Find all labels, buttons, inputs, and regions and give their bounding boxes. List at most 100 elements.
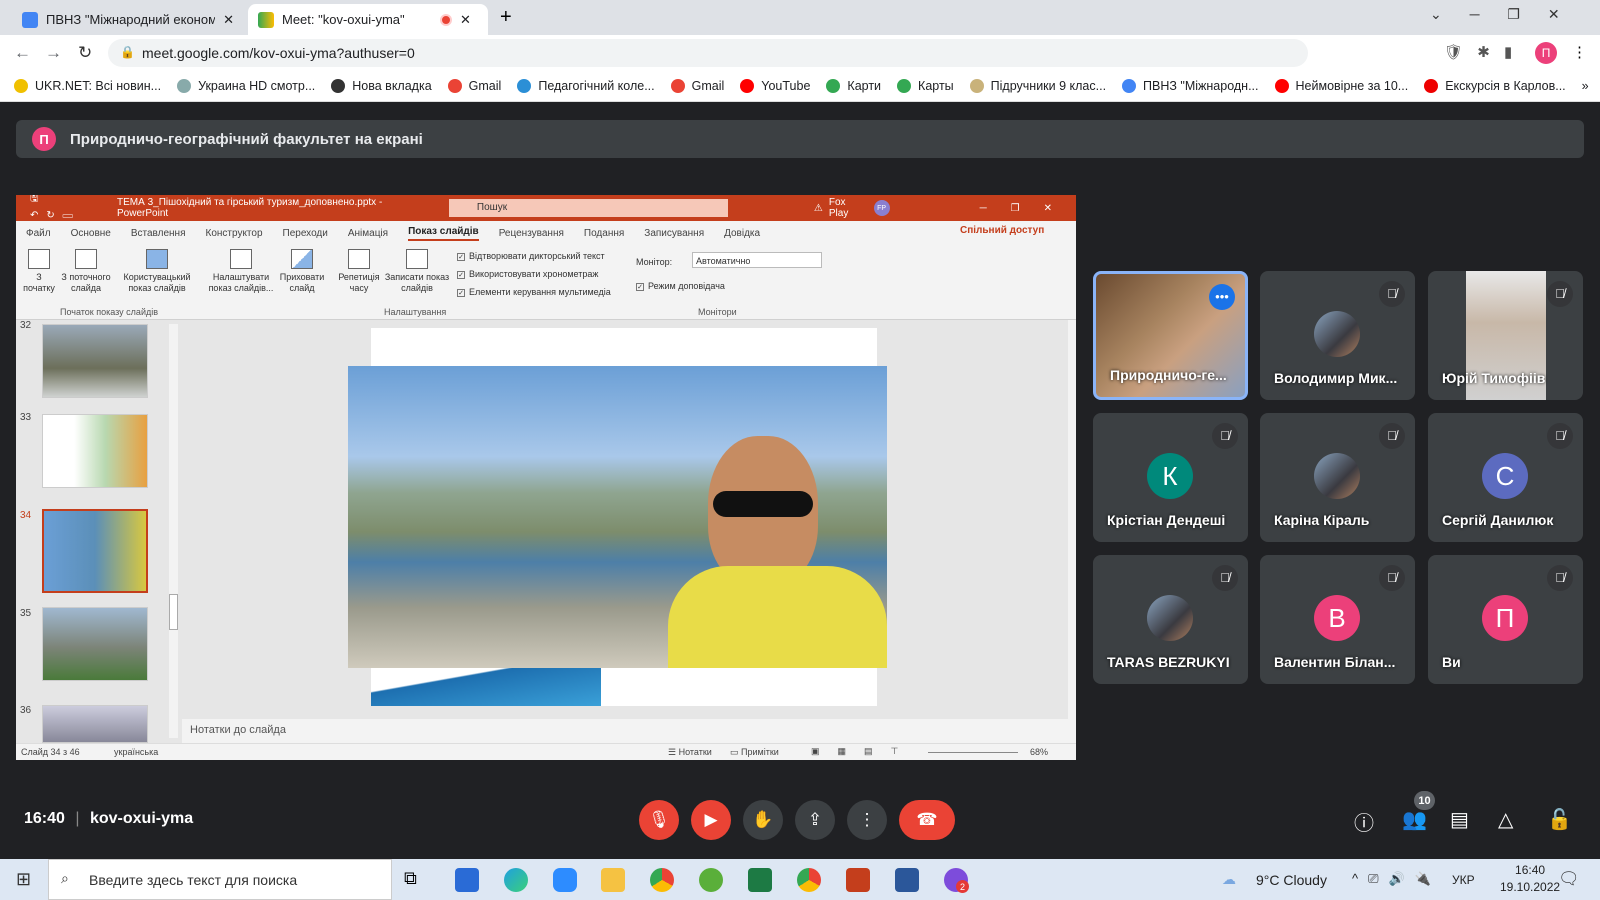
raise-hand-button[interactable]: ✋ <box>743 800 783 840</box>
browser-tab[interactable]: ПВНЗ "Міжнародний економіко ✕ <box>12 4 244 35</box>
from-current-button[interactable]: З поточного слайда <box>58 249 114 294</box>
thumbnails-scrollbar[interactable] <box>169 324 178 738</box>
mic-off-button[interactable]: 🎙 <box>639 800 679 840</box>
slide-thumbnail[interactable] <box>42 607 148 681</box>
ppt-window-controls[interactable]: ─❐✕ <box>980 203 1076 214</box>
slide-thumbnail[interactable] <box>42 705 148 743</box>
leave-call-button[interactable]: ☎ <box>899 800 955 840</box>
camera-off-button[interactable]: ▶ <box>691 800 731 840</box>
more-bookmarks-icon[interactable]: » <box>1582 79 1589 93</box>
bookmark-item[interactable]: Украина HD смотр... <box>177 78 315 93</box>
more-options-button[interactable]: ⋮ <box>847 800 887 840</box>
notes-button[interactable]: ☰ Нотатки <box>668 747 712 758</box>
monitor-select[interactable]: Автоматично <box>692 252 822 268</box>
ppt-tab[interactable]: Подання <box>584 228 624 239</box>
participant-tile[interactable]: 🎙̸ П Ви <box>1428 555 1583 684</box>
from-beginning-button[interactable]: З початку <box>22 249 56 294</box>
menu-icon[interactable]: ⋮ <box>1572 43 1587 61</box>
ppt-tab[interactable]: Основне <box>71 228 111 239</box>
slide-thumbnail-selected[interactable] <box>42 509 148 593</box>
powerpoint-icon[interactable] <box>846 868 870 892</box>
ppt-tab[interactable]: Довідка <box>724 228 760 239</box>
activities-icon[interactable]: △ <box>1498 807 1513 832</box>
bookmark-item[interactable]: Неймовірне за 10... <box>1274 78 1408 93</box>
timings-checkbox[interactable]: ✓ Використовувати хронометраж <box>457 269 598 279</box>
chrome-icon-active[interactable] <box>797 868 821 892</box>
ppt-search[interactable]: Пошук <box>448 199 728 217</box>
bookmark-item[interactable]: Нова вкладка <box>331 78 432 93</box>
url-input[interactable]: 🔒 meet.google.com/kov-oxui-yma?authuser=0 <box>108 39 1308 67</box>
ppt-tab[interactable]: Вставлення <box>131 228 186 239</box>
tray-icons[interactable]: ^⎚🔊🔌 <box>1352 871 1441 887</box>
present-button[interactable]: ⇪ <box>795 800 835 840</box>
windows-start-icon[interactable]: ⊞ <box>16 869 31 890</box>
ppt-tab[interactable]: Файл <box>26 228 51 239</box>
participant-tile[interactable]: 🎙̸ В Валентин Білан... <box>1260 555 1415 684</box>
bookmark-item[interactable]: YouTube <box>740 78 810 93</box>
notes-pane[interactable]: Нотатки до слайда <box>182 719 1076 743</box>
bookmark-item[interactable]: Gmail <box>447 78 501 93</box>
participant-tile[interactable]: 🎙̸ Володимир Мик... <box>1260 271 1415 400</box>
narration-checkbox[interactable]: ✓ Відтворювати дикторський текст <box>457 251 605 261</box>
hide-slide-button[interactable]: Приховати слайд <box>276 249 328 294</box>
store-icon[interactable] <box>455 868 479 892</box>
record-show-button[interactable]: Записати показ слайдів <box>384 249 450 294</box>
slide-thumbnail[interactable] <box>42 324 148 398</box>
zoom-app-icon[interactable] <box>553 868 577 892</box>
window-controls[interactable]: ⌄ ─ ❐ ✕ <box>1430 6 1560 23</box>
excel-icon[interactable] <box>748 868 772 892</box>
ppt-tab[interactable]: Рецензування <box>499 228 564 239</box>
slide-scrollbar[interactable] <box>1068 320 1076 719</box>
custom-show-button[interactable]: Користувацький показ слайдів <box>120 249 194 294</box>
chat-icon[interactable]: ▤ <box>1450 807 1469 832</box>
taskbar-clock[interactable]: 16:40 19.10.2022 <box>1500 862 1560 896</box>
ppt-tab[interactable]: Конструктор <box>206 228 263 239</box>
participant-tile[interactable]: 🎙̸ Каріна Кіраль <box>1260 413 1415 542</box>
share-button[interactable]: Спільний доступ <box>960 225 1044 236</box>
bookmark-item[interactable]: UKR.NET: Всі новин... <box>14 78 161 93</box>
ppt-tab[interactable]: Записування <box>644 228 704 239</box>
comments-button[interactable]: ▭ Примітки <box>730 747 779 758</box>
view-buttons[interactable]: ▣▦▤⊤ <box>811 746 916 757</box>
profile-avatar[interactable]: П <box>1535 42 1557 64</box>
back-icon[interactable]: ← <box>14 43 31 63</box>
close-tab-icon[interactable]: ✕ <box>460 12 471 28</box>
setup-show-button[interactable]: Налаштувати показ слайдів... <box>208 249 274 294</box>
forward-icon[interactable]: → <box>45 43 62 63</box>
ppt-tab[interactable]: Переходи <box>283 228 328 239</box>
taskbar-search-input[interactable]: ⌕ Введите здесь текст для поиска <box>48 859 392 900</box>
bookmark-item[interactable]: Підручники 9 клас... <box>969 78 1106 93</box>
participant-tile[interactable]: 🎙̸ К Крістіан Дендеші <box>1093 413 1248 542</box>
people-icon[interactable]: 👥 <box>1402 807 1427 832</box>
task-view-icon[interactable]: ⧉ <box>404 868 428 892</box>
participant-tile[interactable]: 🎙̸ TARAS BEZRUKYI <box>1093 555 1248 684</box>
rehearse-button[interactable]: Репетиція часу <box>336 249 382 294</box>
bookmark-item[interactable]: Екскурсія в Карлов... <box>1424 78 1566 93</box>
bookmark-item[interactable]: Gmail <box>670 78 724 93</box>
new-tab-button[interactable]: + <box>500 6 512 29</box>
participant-tile[interactable]: ••• Природничо-ге... <box>1093 271 1248 400</box>
presenter-view-checkbox[interactable]: ✓ Режим доповідача <box>636 281 725 291</box>
reload-icon[interactable]: ↻ <box>78 43 92 63</box>
info-icon[interactable]: ⓘ <box>1354 807 1374 836</box>
host-controls-icon[interactable]: 🔓 <box>1547 807 1572 832</box>
chrome-icon[interactable] <box>650 868 674 892</box>
browser-tab-active[interactable]: Meet: "kov-oxui-yma" ✕ <box>248 4 488 35</box>
edge-icon[interactable] <box>504 868 528 892</box>
media-controls-checkbox[interactable]: ✓ Елементи керування мультимедіа <box>457 287 611 297</box>
participant-tile[interactable]: 🎙̸ С Сергій Данилюк <box>1428 413 1583 542</box>
ppt-tab[interactable]: Показ слайдів <box>408 226 479 241</box>
bookmark-item[interactable]: Карти <box>826 78 881 93</box>
ppt-tab[interactable]: Анімація <box>348 228 388 239</box>
bookmark-item[interactable]: Педагогічний коле... <box>517 78 655 93</box>
torrent-icon[interactable] <box>699 868 723 892</box>
participant-tile[interactable]: 🎙̸ Юрій Тимофіів <box>1428 271 1583 400</box>
zoom-slider[interactable] <box>928 752 1018 753</box>
bookmark-item[interactable]: ПВНЗ "Міжнародн... <box>1122 78 1259 93</box>
word-icon[interactable] <box>895 868 919 892</box>
file-explorer-icon[interactable] <box>601 868 625 892</box>
slide-thumbnail[interactable] <box>42 414 148 488</box>
toolbar-icons[interactable]: 🛡 ✱ ▮ <box>1444 43 1512 61</box>
close-tab-icon[interactable]: ✕ <box>223 12 234 28</box>
notifications-icon[interactable]: 🗨 <box>1558 869 1580 889</box>
